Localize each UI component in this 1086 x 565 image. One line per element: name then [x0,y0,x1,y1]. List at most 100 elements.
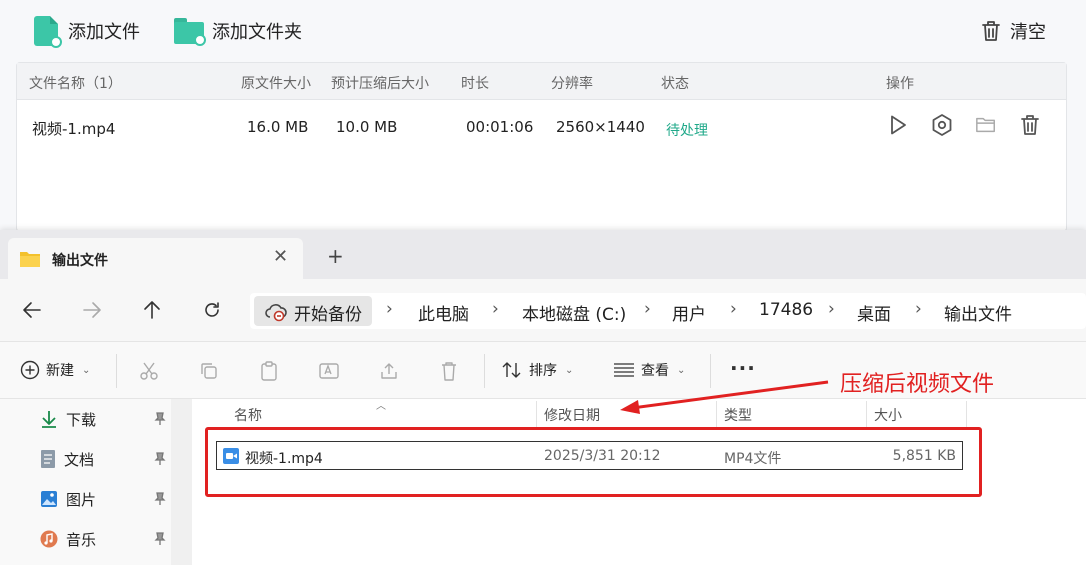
column-header-name[interactable]: 名称 [234,405,262,425]
add-folder-icon [174,18,206,46]
rename-button[interactable] [318,360,340,382]
pin-icon[interactable] [154,452,166,466]
paste-button[interactable] [258,360,280,382]
column-header-modified[interactable]: 修改日期 [544,405,600,425]
col-name: 文件名称（1） [29,76,122,92]
add-file-button[interactable]: 添加文件 [34,14,140,48]
share-button[interactable] [378,360,400,382]
copy-icon [201,363,217,379]
compressor-app: 添加文件 添加文件夹 清空 文件名称（1） 原文件大小 预计压缩后大小 时长 分… [0,0,1086,232]
up-button[interactable] [140,298,164,322]
nav-item-downloads[interactable]: 下载 [40,405,96,433]
nav-item-label: 图片 [66,490,97,509]
plus-circle-icon [20,360,40,380]
document-icon [41,450,55,468]
trash-icon [442,362,456,381]
breadcrumb-item[interactable]: 桌面 [857,300,891,325]
table-row[interactable]: 视频-1.mp4 16.0 MB 10.0 MB 00:01:06 2560×1… [17,100,1066,158]
row-resolution: 2560×1440 [556,118,645,136]
close-icon[interactable]: ✕ [273,246,288,267]
file-table: 文件名称（1） 原文件大小 预计压缩后大小 时长 分辨率 状态 操作 视频-1.… [16,62,1067,232]
refresh-icon [205,302,219,317]
chevron-down-icon: ⌄ [565,364,574,376]
sort-icon [502,362,521,378]
nav-item-label: 文档 [64,450,95,469]
row-duration: 00:01:06 [466,118,534,136]
settings-button[interactable] [931,113,953,137]
app-toolbar: 添加文件 添加文件夹 清空 [0,0,1086,62]
sort-caret-icon: ︿ [376,401,386,412]
nav-item-label: 下载 [66,410,97,429]
chevron-right-icon: › [644,299,651,319]
copy-button[interactable] [198,360,220,382]
pin-icon[interactable] [154,532,166,546]
folder-icon [20,252,40,267]
share-icon [381,363,397,379]
delete-row-button[interactable] [1019,113,1041,137]
clipboard-icon [261,361,277,381]
col-resolution: 分辨率 [551,76,593,92]
add-folder-button[interactable]: 添加文件夹 [174,14,302,48]
nav-scrollbar[interactable] [171,399,192,565]
chevron-right-icon: › [730,299,737,319]
navigation-pane: 下载 文档 图片 音乐 [0,399,192,565]
sort-label: 排序 [529,363,557,379]
row-estimated-size: 10.0 MB [336,118,398,136]
add-file-icon [34,16,62,48]
address-bar-row: 开始备份 › 此电脑 › 本地磁盘 (C:) › 用户 › 17486 › 桌面… [0,279,1086,341]
tab-output-folder[interactable]: 输出文件 ✕ [8,238,303,279]
column-header-size[interactable]: 大小 [874,405,902,425]
file-table-header: 文件名称（1） 原文件大小 预计压缩后大小 时长 分辨率 状态 操作 [17,63,1066,100]
pin-icon[interactable] [154,492,166,506]
play-icon [891,115,906,135]
nav-item-pictures[interactable]: 图片 [40,485,96,513]
breadcrumb-item[interactable]: 17486 [759,300,813,320]
play-button[interactable] [887,113,909,137]
new-label: 新建 [46,363,74,379]
trash-icon [1021,115,1039,135]
nav-item-documents[interactable]: 文档 [40,445,94,473]
breadcrumb-item[interactable]: 本地磁盘 (C:) [522,300,626,325]
arrow-right-icon [83,302,101,318]
start-backup-button[interactable]: 开始备份 [254,296,372,326]
new-tab-button[interactable]: + [327,244,344,268]
column-divider[interactable] [966,401,967,427]
cut-button[interactable] [138,360,160,382]
clear-button[interactable]: 清空 [980,14,1046,48]
nav-item-music[interactable]: 音乐 [40,525,96,553]
sort-button[interactable]: 排序 ⌄ [501,360,573,380]
breadcrumb-item[interactable]: 输出文件 [944,300,1012,325]
row-original-size: 16.0 MB [247,118,309,136]
pin-icon[interactable] [154,412,166,426]
row-file-name: 视频-1.mp4 [32,120,116,138]
delete-button[interactable] [438,360,460,382]
cloud-backup-icon [265,304,287,322]
arrow-left-icon [23,302,41,318]
scissors-icon [140,362,158,380]
column-divider[interactable] [536,401,537,427]
row-actions [887,113,1041,137]
annotation-label: 压缩后视频文件 [840,372,995,397]
music-icon [40,530,58,548]
breadcrumb-item[interactable]: 此电脑 [418,300,469,325]
col-estimated-size: 预计压缩后大小 [331,76,429,92]
back-button[interactable] [20,298,44,322]
rename-icon [319,363,339,379]
breadcrumb-item[interactable]: 用户 [672,300,706,325]
download-icon [42,411,56,428]
col-duration: 时长 [461,76,489,92]
nav-item-label: 音乐 [66,530,97,549]
new-button[interactable]: 新建 ⌄ [20,360,90,380]
gear-icon [932,114,952,136]
refresh-button[interactable] [200,298,224,322]
forward-button[interactable] [80,298,104,322]
chevron-right-icon: › [828,299,835,319]
column-divider[interactable] [866,401,867,427]
col-status: 状态 [661,76,689,92]
breadcrumb[interactable]: 开始备份 › 此电脑 › 本地磁盘 (C:) › 用户 › 17486 › 桌面… [250,293,1086,329]
open-folder-button[interactable] [975,113,997,137]
annotation-arrow-icon [620,380,829,414]
add-file-label: 添加文件 [68,22,140,43]
chevron-right-icon: › [386,299,393,319]
col-actions: 操作 [886,76,914,92]
